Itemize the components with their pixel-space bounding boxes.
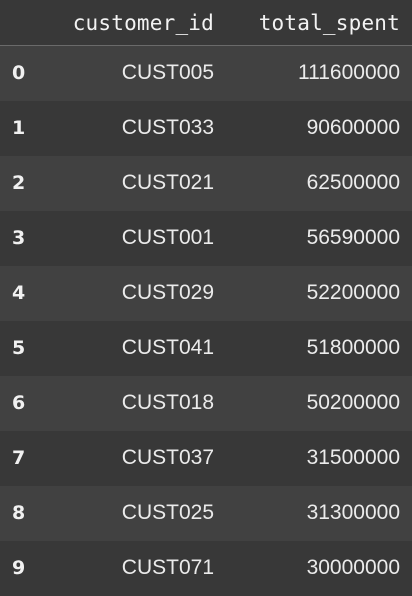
- total-spent-cell: 31500000: [306, 446, 400, 469]
- table-row: 5 CUST041 51800000: [0, 320, 412, 376]
- total-spent-cell: 52200000: [306, 281, 400, 304]
- total-spent-cell: 90600000: [306, 116, 400, 139]
- customer-id-cell: CUST071: [121, 556, 214, 579]
- row-index: 5: [12, 337, 26, 359]
- total-spent-cell: 50200000: [306, 391, 400, 414]
- table-row: 1 CUST033 90600000: [0, 100, 412, 156]
- row-index: 1: [12, 117, 26, 139]
- customer-id-cell: CUST025: [121, 501, 214, 524]
- table-header: customer_id total_spent: [0, 0, 412, 46]
- total-spent-cell: 56590000: [306, 226, 400, 249]
- column-header-customer-id: customer_id: [48, 0, 226, 46]
- customer-id-cell: CUST001: [121, 226, 214, 249]
- row-index: 2: [12, 172, 26, 194]
- table-row: 2 CUST021 62500000: [0, 155, 412, 211]
- customer-id-cell: CUST037: [121, 446, 214, 469]
- table-row: 9 CUST071 30000000: [0, 540, 412, 596]
- column-header-total-spent: total_spent: [226, 0, 412, 46]
- row-index: 8: [12, 502, 26, 524]
- customer-id-cell: CUST041: [121, 336, 214, 359]
- total-spent-cell: 62500000: [306, 171, 400, 194]
- table-row: 7 CUST037 31500000: [0, 430, 412, 486]
- total-spent-cell: 51800000: [306, 336, 400, 359]
- table-body: 0 CUST005 111600000 1 CUST033 90600000 2…: [0, 45, 412, 596]
- customer-id-cell: CUST018: [121, 391, 214, 414]
- customer-id-cell: CUST005: [121, 61, 214, 85]
- total-spent-cell: 30000000: [306, 556, 400, 579]
- row-index: 3: [12, 227, 26, 249]
- dataframe-table: customer_id total_spent 0 CUST005 111600…: [0, 0, 412, 596]
- customer-id-cell: CUST029: [121, 281, 214, 304]
- row-index: 4: [12, 282, 26, 304]
- table-row: 8 CUST025 31300000: [0, 485, 412, 541]
- header-row: customer_id total_spent: [0, 0, 412, 46]
- table-row: 4 CUST029 52200000: [0, 265, 412, 321]
- index-header: [0, 0, 48, 46]
- table-row: 6 CUST018 50200000: [0, 375, 412, 431]
- row-index: 7: [12, 447, 26, 469]
- total-spent-cell: 31300000: [306, 501, 400, 524]
- row-index: 0: [12, 62, 26, 85]
- customer-id-cell: CUST021: [121, 171, 214, 194]
- row-index: 6: [12, 392, 26, 414]
- table-row: 0 CUST005 111600000: [0, 45, 412, 101]
- row-index: 9: [12, 557, 26, 579]
- total-spent-cell: 111600000: [298, 61, 400, 85]
- table-row: 3 CUST001 56590000: [0, 210, 412, 266]
- customer-id-cell: CUST033: [121, 116, 214, 139]
